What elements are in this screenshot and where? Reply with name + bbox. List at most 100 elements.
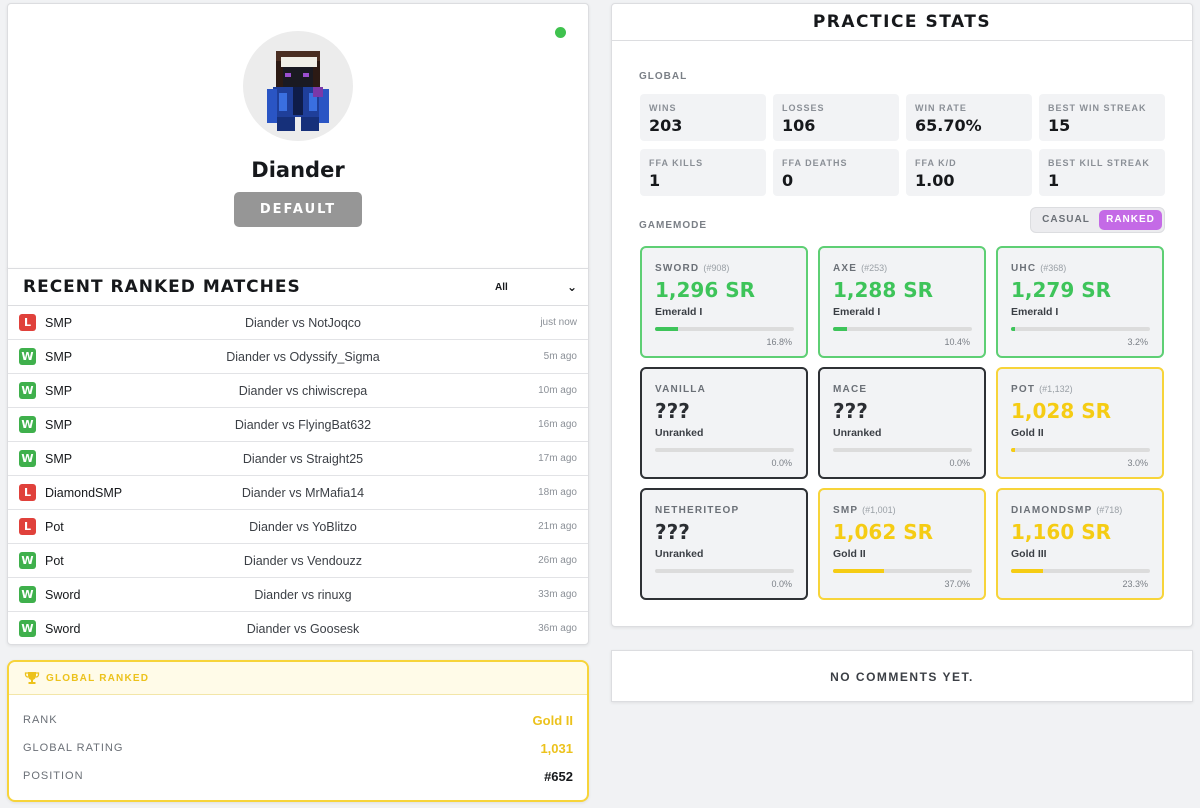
- match-time: 16m ago: [538, 419, 577, 430]
- match-result-badge: L: [19, 518, 36, 535]
- gamemode-rating: 1,028 SR: [1011, 399, 1112, 423]
- match-filter-select[interactable]: All ⌄: [484, 277, 581, 299]
- gamemode-name-text: SWORD: [655, 263, 700, 274]
- global-rating-row: GLOBAL RATING 1,031: [23, 741, 573, 756]
- match-result-badge: W: [19, 450, 36, 467]
- gamemode-card-netheriteop[interactable]: NETHERITEOP??? Unranked 0.0%: [640, 488, 808, 600]
- match-time: 36m ago: [538, 623, 577, 634]
- match-gamemode: SMP: [45, 418, 73, 432]
- match-players: Diander vs NotJoqco: [244, 316, 362, 330]
- gamemode-name: POT (#1,132): [1011, 384, 1073, 395]
- gamemode-position: (#1,001): [862, 505, 896, 515]
- gamemode-name: SWORD (#908): [655, 263, 729, 274]
- match-row[interactable]: W SMP Diander vs Straight25 17m ago: [8, 442, 588, 476]
- gamemode-progress-bar: [655, 327, 794, 331]
- recent-matches-header: RECENT RANKED MATCHES All ⌄: [8, 269, 588, 306]
- gamemode-card-pot[interactable]: POT (#1,132) 1,028 SR Gold II 3.0%: [996, 367, 1164, 479]
- rank-label: RANK: [23, 714, 58, 726]
- match-row[interactable]: L SMP Diander vs NotJoqco just now: [8, 306, 588, 340]
- gamemode-rating: 1,288 SR: [833, 278, 934, 302]
- profile-card: Diander DEFAULT: [7, 3, 589, 269]
- avatar: [243, 31, 353, 141]
- rank-row: RANK Gold II: [23, 713, 573, 728]
- gamemode-section-label: GAMEMODE: [639, 220, 707, 231]
- no-comments-message: NO COMMENTS YET.: [830, 670, 974, 684]
- gamemode-name-text: NETHERITEOP: [655, 505, 740, 516]
- match-result-badge: W: [19, 586, 36, 603]
- ranked-toggle-button[interactable]: RANKED: [1099, 210, 1162, 230]
- stat-value: 1: [649, 171, 661, 190]
- gamemode-rating: 1,062 SR: [833, 520, 934, 544]
- gamemode-progress-bar: [1011, 569, 1150, 573]
- rank-value: Gold II: [532, 713, 573, 728]
- gamemode-progress-fill: [833, 327, 848, 331]
- gamemode-position: (#253): [861, 263, 888, 273]
- match-time: 10m ago: [538, 385, 577, 396]
- gamemode-tier: Gold II: [833, 548, 866, 560]
- gamemode-card-uhc[interactable]: UHC (#368) 1,279 SR Emerald I 3.2%: [996, 246, 1164, 358]
- match-gamemode: Sword: [45, 588, 81, 602]
- match-players: Diander vs rinuxg: [254, 588, 352, 602]
- gamemode-progress-bar: [833, 448, 972, 452]
- match-players: Diander vs YoBlitzo: [249, 520, 357, 534]
- position-value: #652: [544, 769, 573, 784]
- casual-toggle-button[interactable]: CASUAL: [1035, 210, 1097, 230]
- gamemode-progress-bar: [1011, 448, 1150, 452]
- match-players: Diander vs Odyssify_Sigma: [226, 350, 380, 364]
- match-gamemode: Pot: [45, 520, 64, 534]
- match-row[interactable]: W Pot Diander vs Vendouzz 26m ago: [8, 544, 588, 578]
- gamemode-card-smp[interactable]: SMP (#1,001) 1,062 SR Gold II 37.0%: [818, 488, 986, 600]
- gamemode-card-diamondsmp[interactable]: DIAMONDSMP (#718) 1,160 SR Gold III 23.3%: [996, 488, 1164, 600]
- global-rating-value: 1,031: [540, 741, 573, 756]
- gamemode-name: UHC (#368): [1011, 263, 1066, 274]
- gamemode-card-vanilla[interactable]: VANILLA??? Unranked 0.0%: [640, 367, 808, 479]
- gamemode-tier: Unranked: [833, 427, 882, 439]
- match-time: just now: [540, 317, 577, 328]
- gamemode-name: SMP (#1,001): [833, 505, 896, 516]
- match-result-badge: W: [19, 382, 36, 399]
- stat-box-ffa-deaths: FFA DEATHS 0: [773, 149, 899, 196]
- gamemode-progress-percent: 0.0%: [771, 458, 792, 468]
- position-row: POSITION #652: [23, 769, 573, 784]
- gamemode-progress-fill: [1011, 448, 1016, 452]
- match-row[interactable]: W SMP Diander vs FlyingBat632 16m ago: [8, 408, 588, 442]
- match-row[interactable]: W Sword Diander vs rinuxg 33m ago: [8, 578, 588, 612]
- stat-box-best-kill-streak: BEST KILL STREAK 1: [1039, 149, 1165, 196]
- stat-label: FFA K/D: [915, 158, 957, 168]
- match-row[interactable]: W Sword Diander vs Goosesk 36m ago: [8, 612, 588, 646]
- match-result-badge: W: [19, 552, 36, 569]
- gamemode-position: (#1,132): [1039, 384, 1073, 394]
- match-gamemode: SMP: [45, 452, 73, 466]
- match-row[interactable]: L DiamondSMP Diander vs MrMafia14 18m ago: [8, 476, 588, 510]
- recent-matches-title: RECENT RANKED MATCHES: [23, 277, 301, 297]
- match-time: 18m ago: [538, 487, 577, 498]
- gamemode-rating: 1,279 SR: [1011, 278, 1112, 302]
- match-gamemode: SMP: [45, 316, 73, 330]
- match-result-badge: W: [19, 416, 36, 433]
- gamemode-progress-percent: 23.3%: [1122, 579, 1148, 589]
- gamemode-progress-percent: 10.4%: [944, 337, 970, 347]
- gamemode-name: AXE (#253): [833, 263, 887, 274]
- gamemode-rating: 1,160 SR: [1011, 520, 1112, 544]
- stat-label: BEST KILL STREAK: [1048, 158, 1150, 168]
- match-row[interactable]: W SMP Diander vs Odyssify_Sigma 5m ago: [8, 340, 588, 374]
- stat-value: 1.00: [915, 171, 955, 190]
- position-label: POSITION: [23, 770, 84, 782]
- gamemode-card-axe[interactable]: AXE (#253) 1,288 SR Emerald I 10.4%: [818, 246, 986, 358]
- stat-label: FFA KILLS: [649, 158, 704, 168]
- match-row[interactable]: W SMP Diander vs chiwiscrepa 10m ago: [8, 374, 588, 408]
- match-time: 21m ago: [538, 521, 577, 532]
- gamemode-card-sword[interactable]: SWORD (#908) 1,296 SR Emerald I 16.8%: [640, 246, 808, 358]
- gamemode-name-text: UHC: [1011, 263, 1037, 274]
- gamemode-progress-percent: 0.0%: [949, 458, 970, 468]
- match-row[interactable]: L Pot Diander vs YoBlitzo 21m ago: [8, 510, 588, 544]
- gamemode-card-mace[interactable]: MACE??? Unranked 0.0%: [818, 367, 986, 479]
- gamemode-progress-percent: 16.8%: [766, 337, 792, 347]
- role-badge-button[interactable]: DEFAULT: [234, 192, 362, 227]
- gamemode-progress-bar: [655, 569, 794, 573]
- match-gamemode: Pot: [45, 554, 64, 568]
- match-players: Diander vs Vendouzz: [243, 554, 363, 568]
- global-ranked-title: GLOBAL RANKED: [46, 673, 150, 684]
- match-gamemode: SMP: [45, 384, 73, 398]
- gamemode-name: NETHERITEOP: [655, 505, 739, 516]
